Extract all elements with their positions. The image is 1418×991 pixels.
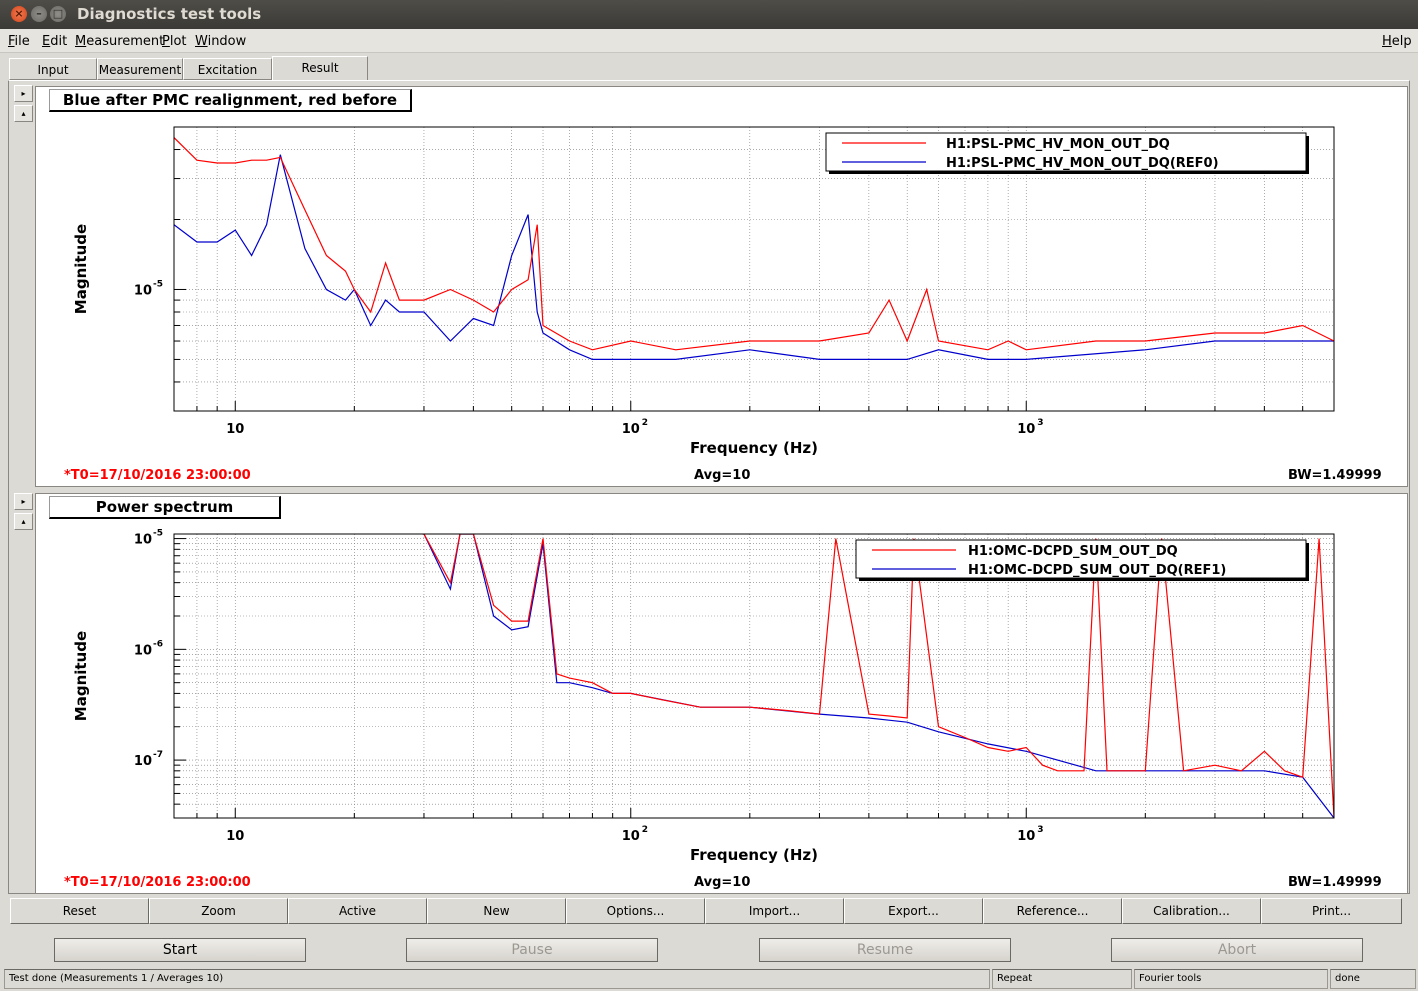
tab-measurement[interactable]: Measurement [97, 58, 183, 80]
y-tick-label: 10 [134, 283, 152, 298]
x-tick-label: 10 [622, 422, 640, 437]
pause-button[interactable]: Pause [406, 938, 658, 962]
x-tick-exponent: 3 [1037, 418, 1043, 428]
x-tick-label: 10 [1017, 422, 1035, 437]
bw-label: BW=1.49999 [1288, 468, 1382, 483]
menu-plot[interactable]: Plot [162, 34, 187, 49]
avg-label-2: Avg=10 [694, 875, 750, 890]
start-button[interactable]: Start [54, 938, 306, 962]
window-title: Diagnostics test tools [77, 5, 262, 23]
x-tick-label: 10 [226, 829, 244, 844]
status-tools: Fourier tools [1134, 969, 1328, 989]
calibration-button[interactable]: Calibration... [1122, 898, 1261, 924]
resume-button[interactable]: Resume [759, 938, 1011, 962]
y-tick-label: 10 [134, 533, 152, 548]
menu-help[interactable]: Help [1382, 34, 1412, 49]
reset-button[interactable]: Reset [10, 898, 149, 924]
legend-entry: H1:PSL-PMC_HV_MON_OUT_DQ [946, 137, 1170, 152]
x-tick-label: 10 [1017, 829, 1035, 844]
y-tick-exponent: -6 [153, 639, 163, 649]
zoom-button[interactable]: Zoom [149, 898, 288, 924]
maximize-window-icon[interactable]: □ [50, 6, 66, 22]
legend-entry: H1:PSL-PMC_HV_MON_OUT_DQ(REF0) [946, 156, 1219, 171]
x-tick-label: 10 [622, 829, 640, 844]
expand-plot-button-2[interactable]: ▴ [14, 513, 33, 530]
export-button[interactable]: Export... [844, 898, 983, 924]
status-main: Test done (Measurements 1 / Averages 10) [4, 969, 990, 989]
window-titlebar: × – □ Diagnostics test tools [0, 0, 1418, 29]
reference-button[interactable]: Reference... [983, 898, 1122, 924]
plot-toolbar: Reset Zoom Active New Options... Import.… [10, 898, 1402, 924]
menu-window[interactable]: Window [195, 34, 246, 49]
menu-measurement[interactable]: Measurement [75, 34, 164, 49]
y-tick-exponent: -5 [153, 529, 163, 539]
x-axis-label-2: Frequency (Hz) [690, 846, 818, 864]
print-button[interactable]: Print... [1261, 898, 1402, 924]
abort-button[interactable]: Abort [1111, 938, 1363, 962]
y-tick-label: 10 [134, 643, 152, 658]
y-tick-exponent: -5 [153, 279, 163, 289]
next-plot-button[interactable]: ▸ [14, 85, 33, 102]
y-tick-label: 10 [134, 754, 152, 769]
y-tick-exponent: -7 [153, 750, 163, 760]
y-axis-label-2: Magnitude [72, 631, 90, 721]
y-axis-label: Magnitude [72, 224, 90, 314]
new-button[interactable]: New [427, 898, 566, 924]
options-button[interactable]: Options... [566, 898, 705, 924]
plot-panel-2[interactable]: Power spectrum 10 10 2 10 3 10 -5 10 -6 10 -7 Freq… [35, 493, 1408, 894]
t0-label-2: *T0=17/10/2016 23:00:00 [64, 875, 251, 890]
tab-result[interactable]: Result [272, 56, 368, 80]
minimize-window-icon[interactable]: – [31, 6, 47, 22]
tab-excitation[interactable]: Excitation [183, 58, 272, 80]
tab-bar: Input Measurement Excitation Result [0, 56, 1418, 80]
x-tick-exponent: 2 [642, 418, 648, 428]
plot-canvas[interactable]: 10 10 2 10 310 -5 Frequency (Hz) Magnitude H1… [36, 87, 1409, 488]
import-button[interactable]: Import... [705, 898, 844, 924]
plot-panel-1[interactable]: Blue after PMC realignment, red before 1… [35, 86, 1408, 487]
x-axis-label: Frequency (Hz) [690, 439, 818, 457]
menu-edit[interactable]: Edit [42, 34, 67, 49]
plot-canvas-2[interactable]: 10 10 2 10 310 -510 -610 -7 Frequency (Hz) Magn… [36, 494, 1409, 895]
status-bar: Test done (Measurements 1 / Averages 10)… [4, 969, 1416, 989]
x-tick-exponent: 3 [1037, 825, 1043, 835]
close-window-icon[interactable]: × [11, 6, 27, 22]
trace-reference [174, 154, 1334, 360]
x-tick-exponent: 2 [642, 825, 648, 835]
expand-plot-button[interactable]: ▴ [14, 105, 33, 122]
tab-input[interactable]: Input [9, 58, 97, 80]
next-plot-button-2[interactable]: ▸ [14, 493, 33, 510]
t0-label: *T0=17/10/2016 23:00:00 [64, 468, 251, 483]
status-state: done [1330, 969, 1416, 989]
status-repeat: Repeat [992, 969, 1132, 989]
active-button[interactable]: Active [288, 898, 427, 924]
bw-label-2: BW=1.49999 [1288, 875, 1382, 890]
legend-entry: H1:OMC-DCPD_SUM_OUT_DQ [968, 544, 1178, 559]
legend-entry: H1:OMC-DCPD_SUM_OUT_DQ(REF1) [968, 563, 1226, 578]
control-row: Start Pause Resume Abort [0, 928, 1418, 968]
menubar: File Edit Measurement Plot Window Help [0, 29, 1418, 53]
avg-label: Avg=10 [694, 468, 750, 483]
menu-file[interactable]: File [8, 34, 30, 49]
x-tick-label: 10 [226, 422, 244, 437]
